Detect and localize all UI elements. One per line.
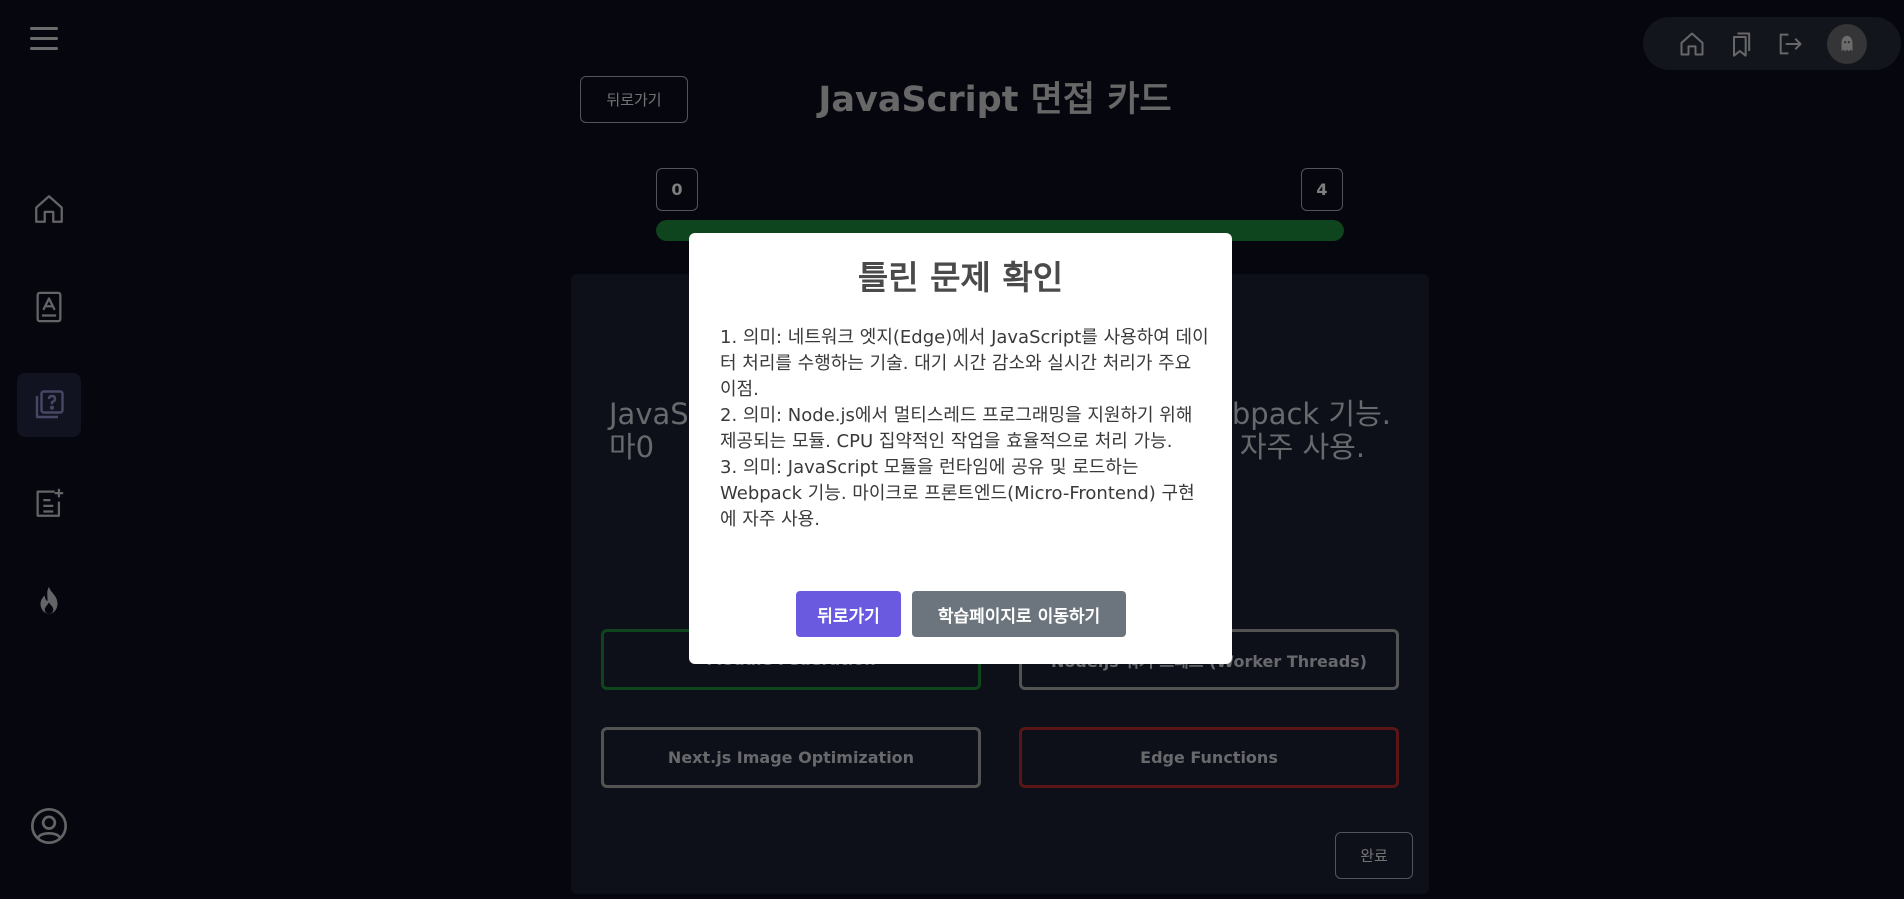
wrong-answer-item: 3. 의미: JavaScript 모듈을 런타임에 공유 및 로드하는 Web… [720,457,1195,530]
go-to-study-button[interactable]: 학습페이지로 이동하기 [912,591,1126,637]
wrong-answer-item: 1. 의미: 네트워크 엣지(Edge)에서 JavaScript를 사용하여 … [720,327,1209,400]
wrong-answers-modal: 틀린 문제 확인 1. 의미: 네트워크 엣지(Edge)에서 JavaScri… [689,233,1232,664]
modal-back-button[interactable]: 뒤로가기 [796,591,901,637]
modal-title: 틀린 문제 확인 [857,258,1064,297]
wrong-answer-item: 2. 의미: Node.js에서 멀티스레드 프로그래밍을 지원하기 위해 제공… [720,405,1193,452]
modal-body: 1. 의미: 네트워크 엣지(Edge)에서 JavaScript를 사용하여 … [720,325,1210,533]
